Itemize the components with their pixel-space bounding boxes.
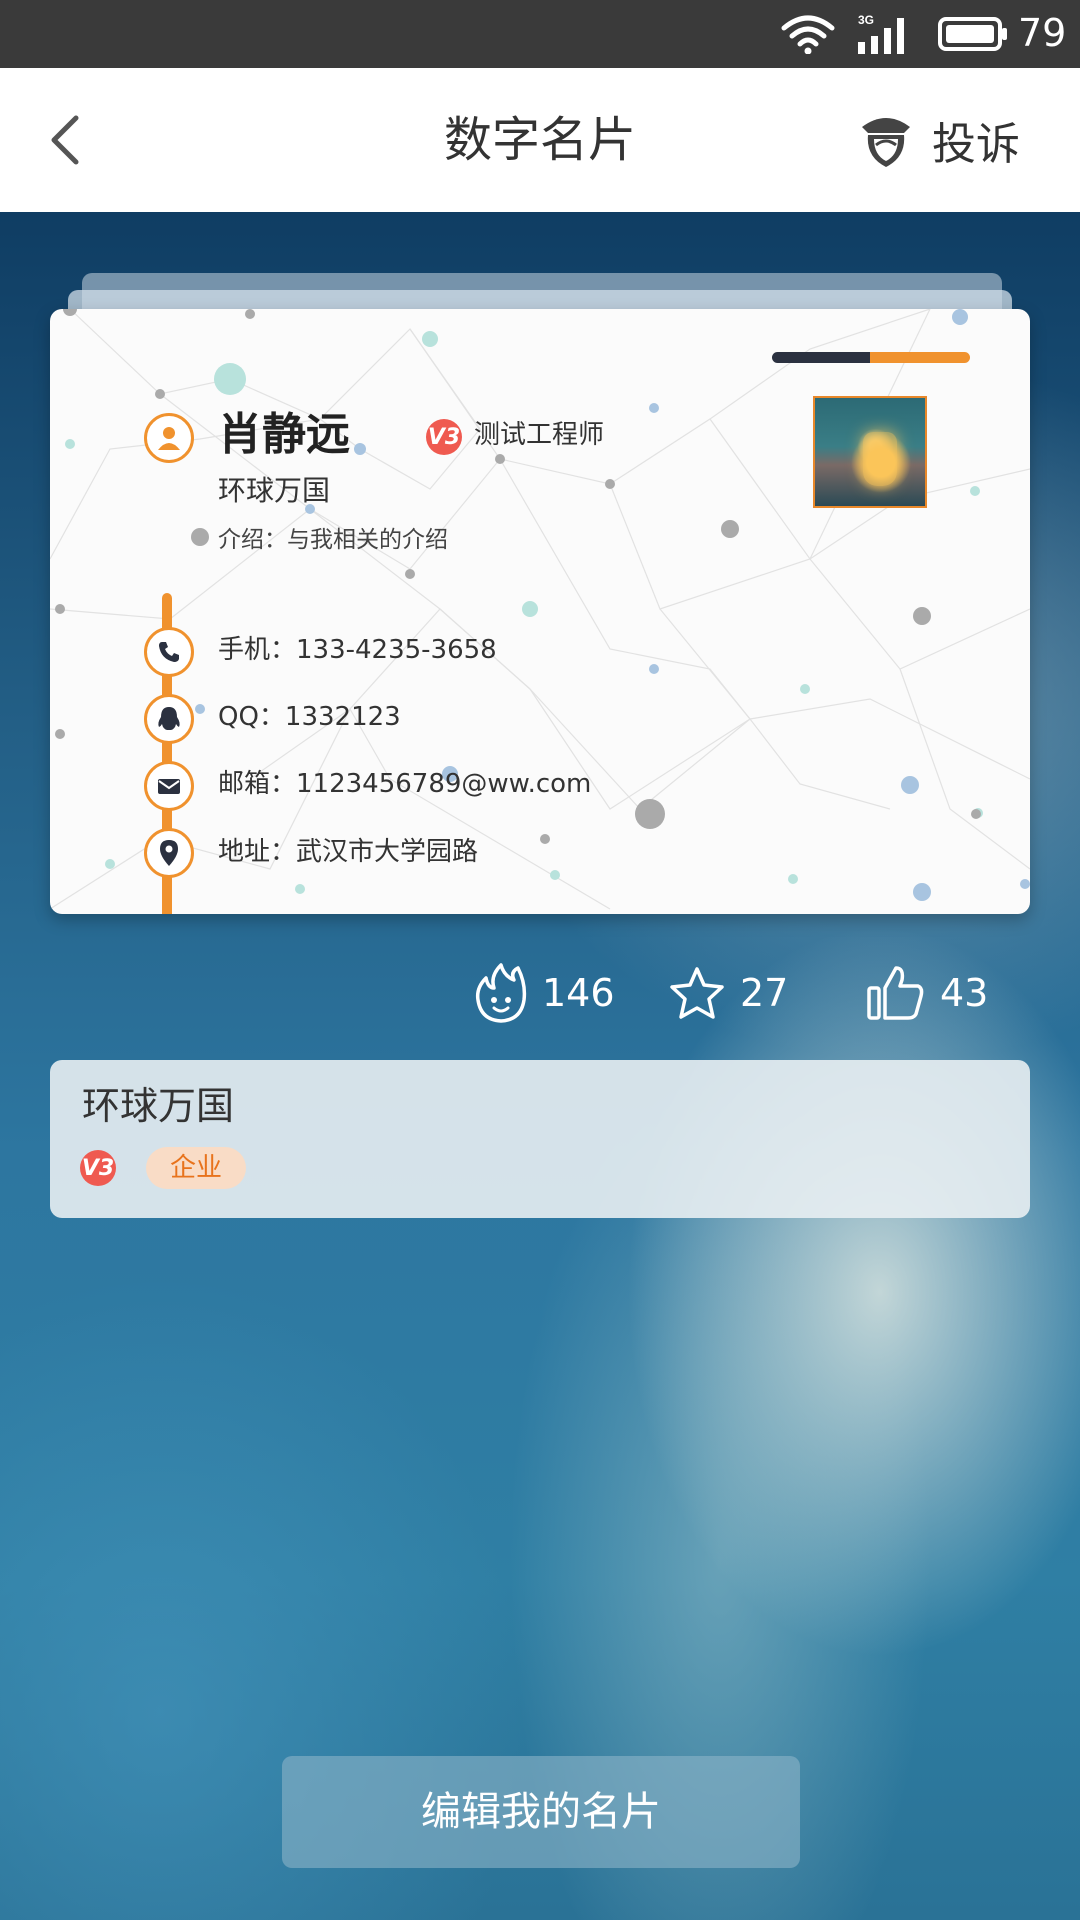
v3-badge-icon: V3: [426, 419, 462, 455]
jar-lights-image: [863, 432, 897, 486]
accent-bar-orange: [870, 352, 970, 363]
qq-text[interactable]: QQ：1332123: [218, 697, 401, 737]
job-title: 测试工程师: [474, 420, 605, 450]
profile-photo[interactable]: [813, 396, 927, 508]
like-count: 43: [940, 971, 989, 1015]
police-officer-icon: [862, 118, 910, 167]
battery-level: 79: [1018, 11, 1067, 55]
company-v3-badge-icon: V3: [80, 1150, 116, 1186]
favorite-stat[interactable]: 27: [668, 958, 788, 1028]
edit-card-button[interactable]: 编辑我的名片: [282, 1756, 800, 1868]
company-name: 环球万国: [82, 1084, 235, 1128]
company-panel[interactable]: 环球万国 V3 企业: [50, 1060, 1030, 1218]
signal-icon: 3G: [858, 13, 904, 54]
status-bar: 3G 79: [0, 0, 1080, 68]
hot-count: 146: [542, 971, 615, 1015]
report-label: 投诉: [932, 119, 1020, 170]
address-text[interactable]: 地址：武汉市大学园路: [218, 832, 478, 872]
wifi-icon: [781, 15, 835, 54]
favorite-count: 27: [740, 971, 789, 1015]
phone-icon[interactable]: [144, 627, 194, 677]
card-name: 肖静远: [218, 409, 350, 460]
card-company: 环球万国: [218, 474, 331, 507]
hot-stat[interactable]: 146: [474, 958, 615, 1028]
email-icon[interactable]: [144, 761, 194, 811]
location-pin-icon[interactable]: [144, 828, 194, 878]
business-card[interactable]: 肖静远 V3 测试工程师 环球万国 介绍：与我相关的介绍 手机：133-4235…: [50, 309, 1030, 914]
card-intro: 介绍：与我相关的介绍: [218, 527, 448, 553]
person-icon: [144, 413, 194, 463]
network-type-label: 3G: [858, 13, 874, 27]
star-icon: [670, 967, 724, 1019]
phone-text[interactable]: 手机：133-4235-3658: [218, 630, 497, 670]
qq-penguin-icon[interactable]: [144, 694, 194, 744]
email-text[interactable]: 邮箱：1123456789@ww.com: [218, 764, 591, 804]
accent-bar-dark: [772, 352, 872, 363]
battery-icon: [938, 17, 1007, 51]
report-button[interactable]: 投诉: [858, 108, 1020, 172]
thumbs-up-icon: [867, 966, 924, 1020]
nav-bar: 数字名片 投诉: [0, 68, 1080, 212]
enterprise-tag: 企业: [146, 1147, 246, 1189]
like-stat[interactable]: 43: [866, 958, 988, 1028]
flame-icon: [475, 963, 527, 1023]
